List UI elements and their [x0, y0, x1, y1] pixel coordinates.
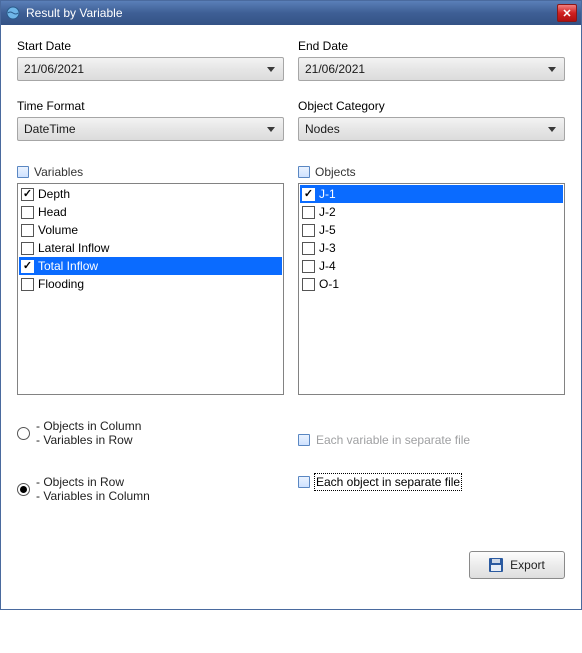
checkbox-icon[interactable] [298, 476, 310, 488]
time-format-label: Time Format [17, 99, 284, 113]
objects-header-text: Objects [315, 165, 356, 179]
radio-icon[interactable] [17, 427, 30, 440]
start-date-combo[interactable]: 21/06/2021 [17, 57, 284, 81]
object-item-label: J-3 [319, 241, 336, 255]
variable-item-label: Total Inflow [38, 259, 98, 273]
checkbox-icon[interactable] [302, 206, 315, 219]
end-date-combo[interactable]: 21/06/2021 [298, 57, 565, 81]
app-icon [5, 5, 21, 21]
object-item-label: J-5 [319, 223, 336, 237]
variable-item[interactable]: Head [19, 203, 282, 221]
close-button[interactable]: ✕ [557, 4, 577, 22]
window-title: Result by Variable [26, 6, 557, 20]
radio-objects-in-row[interactable]: - Objects in Row- Variables in Column [17, 475, 284, 503]
checkbox-icon[interactable] [302, 278, 315, 291]
checkbox-icon[interactable] [302, 188, 315, 201]
variable-item-label: Flooding [38, 277, 84, 291]
checkbox-icon[interactable] [21, 206, 34, 219]
each-variable-label: Each variable in separate file [316, 433, 470, 447]
end-date-label: End Date [298, 39, 565, 53]
variable-item-label: Depth [38, 187, 70, 201]
each-variable-sep-file: Each variable in separate file [298, 433, 565, 447]
variable-item[interactable]: Depth [19, 185, 282, 203]
checkbox-icon[interactable] [21, 188, 34, 201]
object-category-value: Nodes [305, 122, 340, 136]
start-date-value: 21/06/2021 [24, 62, 84, 76]
radio-label: - Objects in Row- Variables in Column [36, 475, 150, 503]
radio-label: - Objects in Column- Variables in Row [36, 419, 141, 447]
checkbox-icon[interactable] [21, 224, 34, 237]
end-date-value: 21/06/2021 [305, 62, 365, 76]
each-object-label: Each object in separate file [316, 475, 460, 489]
variable-item-label: Lateral Inflow [38, 241, 109, 255]
export-button[interactable]: Export [469, 551, 565, 579]
dialog-content: Start Date 21/06/2021 End Date 21/06/202… [1, 25, 581, 609]
object-item-label: J-1 [319, 187, 336, 201]
objects-header: Objects [298, 165, 565, 179]
variable-item[interactable]: Lateral Inflow [19, 239, 282, 257]
variables-listbox[interactable]: Depth Head Volume Lateral Inflow Total Inflo… [17, 183, 284, 395]
radio-objects-in-column[interactable]: - Objects in Column- Variables in Row [17, 419, 284, 447]
object-item[interactable]: J-5 [300, 221, 563, 239]
save-icon [489, 558, 503, 572]
per-file-options: Each variable in separate file Each obje… [298, 419, 565, 503]
object-item[interactable]: O-1 [300, 275, 563, 293]
variable-item-label: Volume [38, 223, 78, 237]
checkbox-icon[interactable] [302, 242, 315, 255]
object-item-label: J-2 [319, 205, 336, 219]
radio-icon[interactable] [17, 483, 30, 496]
checkbox-icon[interactable] [302, 260, 315, 273]
object-item[interactable]: J-3 [300, 239, 563, 257]
checkbox-icon[interactable] [21, 278, 34, 291]
variable-item[interactable]: Flooding [19, 275, 282, 293]
box-icon [17, 166, 29, 178]
variables-header: Variables [17, 165, 284, 179]
layout-radio-group: - Objects in Column- Variables in Row - … [17, 419, 284, 503]
checkbox-icon [298, 434, 310, 446]
variable-item[interactable]: Total Inflow [19, 257, 282, 275]
variables-header-text: Variables [34, 165, 83, 179]
object-item[interactable]: J-2 [300, 203, 563, 221]
objects-listbox[interactable]: J-1 J-2 J-5 J-3 J-4 O-1 [298, 183, 565, 395]
object-item[interactable]: J-4 [300, 257, 563, 275]
checkbox-icon[interactable] [21, 242, 34, 255]
object-category-label: Object Category [298, 99, 565, 113]
object-item-label: O-1 [319, 277, 339, 291]
checkbox-icon[interactable] [302, 224, 315, 237]
object-item[interactable]: J-1 [300, 185, 563, 203]
start-date-label: Start Date [17, 39, 284, 53]
titlebar: Result by Variable ✕ [1, 1, 581, 25]
dialog-window: Result by Variable ✕ Start Date 21/06/20… [0, 0, 582, 610]
box-icon [298, 166, 310, 178]
variable-item[interactable]: Volume [19, 221, 282, 239]
object-category-combo[interactable]: Nodes [298, 117, 565, 141]
each-object-sep-file[interactable]: Each object in separate file [298, 475, 565, 489]
checkbox-icon[interactable] [21, 260, 34, 273]
time-format-combo[interactable]: DateTime [17, 117, 284, 141]
time-format-value: DateTime [24, 122, 76, 136]
variable-item-label: Head [38, 205, 67, 219]
export-button-label: Export [510, 558, 545, 572]
object-item-label: J-4 [319, 259, 336, 273]
